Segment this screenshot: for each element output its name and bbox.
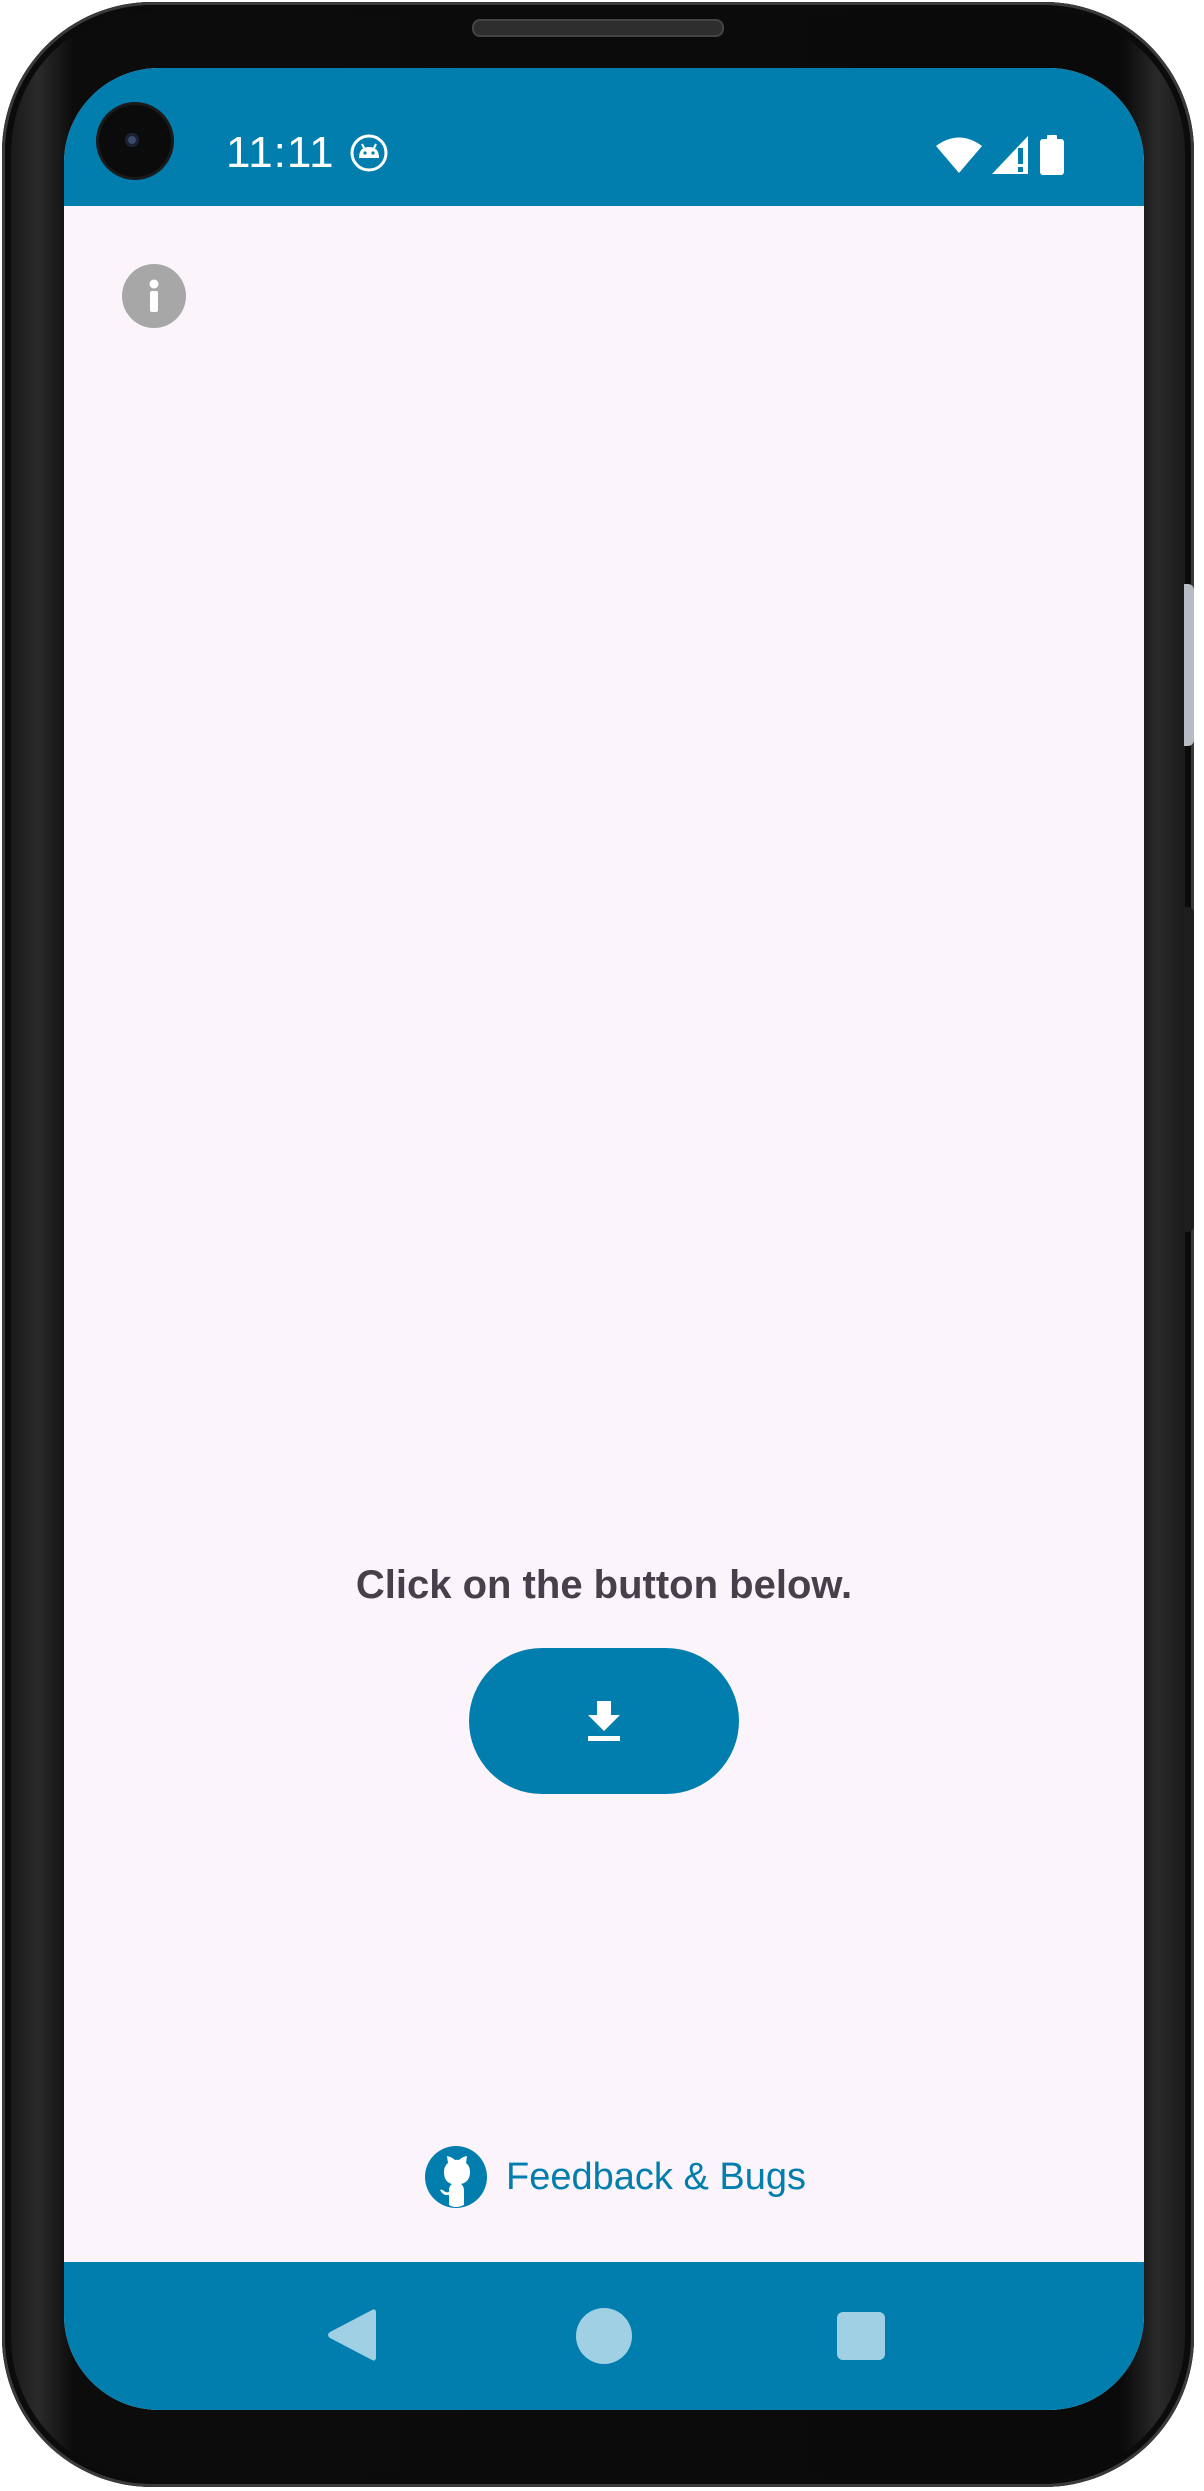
phone-frame: 11:11 Click on the button below. Feedbac… <box>2 2 1194 2487</box>
power-button <box>1184 907 1194 1232</box>
download-icon <box>588 1701 620 1741</box>
cell-signal-icon <box>992 136 1028 174</box>
wifi-icon <box>936 137 982 173</box>
volume-button <box>1184 584 1194 746</box>
android-robot-icon <box>350 134 388 172</box>
home-icon[interactable] <box>576 2308 632 2364</box>
download-button[interactable] <box>469 1648 739 1794</box>
feedback-link[interactable]: Feedback & Bugs <box>424 2144 806 2210</box>
github-icon <box>425 2146 487 2208</box>
info-button[interactable] <box>122 264 186 328</box>
back-icon[interactable] <box>326 2307 376 2363</box>
instruction-text: Click on the button below. <box>355 1563 853 1607</box>
screen: 11:11 Click on the button below. Feedbac… <box>64 68 1144 2410</box>
front-camera <box>99 105 171 177</box>
navigation-bar <box>64 2262 1144 2410</box>
status-bar: 11:11 <box>64 68 1144 206</box>
status-icons <box>936 135 1064 175</box>
recents-icon[interactable] <box>837 2312 885 2360</box>
battery-icon <box>1040 135 1064 175</box>
info-icon <box>149 279 159 312</box>
feedback-label: Feedback & Bugs <box>506 2155 806 2198</box>
status-time: 11:11 <box>226 128 335 177</box>
earpiece-speaker <box>472 19 724 37</box>
